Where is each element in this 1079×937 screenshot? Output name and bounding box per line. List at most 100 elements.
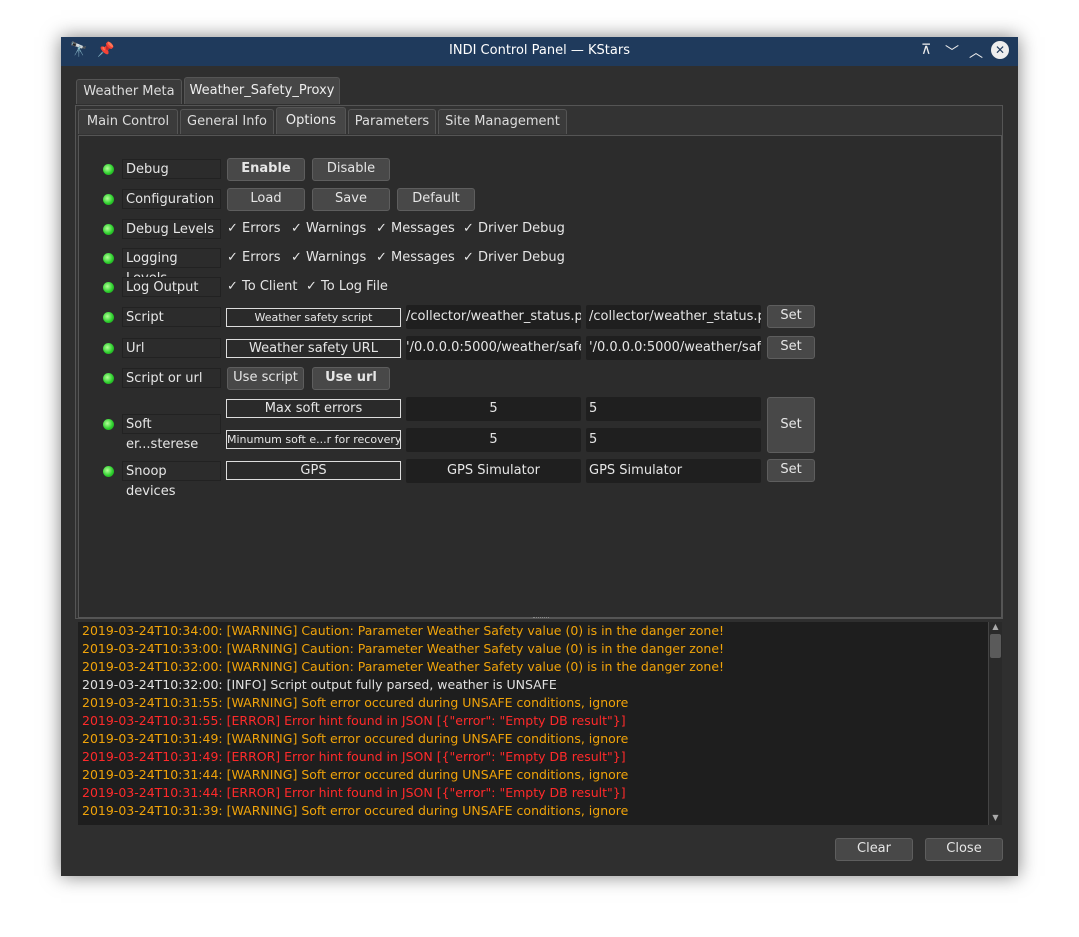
check-icon: ✓ bbox=[463, 221, 474, 236]
tab-options[interactable]: Options bbox=[276, 107, 346, 134]
check-icon: ✓ bbox=[291, 250, 302, 265]
checkbox-label: Errors bbox=[242, 250, 281, 265]
checkbox-label: Driver Debug bbox=[478, 250, 565, 265]
set-button[interactable]: Set bbox=[767, 397, 815, 453]
scroll-thumb[interactable] bbox=[990, 634, 1001, 658]
property-label: Url bbox=[122, 338, 221, 358]
property-label: Script or url bbox=[122, 368, 221, 388]
checkbox-label: Errors bbox=[242, 221, 281, 236]
log-line: 2019-03-24T10:31:44: [WARNING] Soft erro… bbox=[82, 767, 629, 782]
current-value: 5 bbox=[406, 428, 581, 452]
checkbox-driver-debug[interactable]: ✓ Driver Debug bbox=[463, 248, 565, 268]
url-input[interactable]: '/0.0.0.0:5000/weather/safety bbox=[586, 336, 761, 360]
field-label: Weather safety URL bbox=[226, 339, 401, 358]
tab-site-management[interactable]: Site Management bbox=[438, 109, 567, 134]
indi-control-panel-window: 🔭 📌 INDI Control Panel — KStars ⊼ ﹀ ︿ ✕ … bbox=[61, 37, 1018, 876]
splitter-handle[interactable] bbox=[533, 617, 549, 621]
current-value: '/0.0.0.0:5000/weather/safety bbox=[406, 336, 581, 360]
check-icon: ✓ bbox=[291, 221, 302, 236]
status-led bbox=[103, 466, 114, 477]
log-line: 2019-03-24T10:32:00: [INFO] Script outpu… bbox=[82, 677, 557, 692]
checkbox-errors[interactable]: ✓ Errors bbox=[227, 248, 280, 268]
checkbox-errors[interactable]: ✓ Errors bbox=[227, 219, 280, 239]
log-line: 2019-03-24T10:31:55: [ERROR] Error hint … bbox=[82, 713, 626, 728]
property-label: Script bbox=[122, 307, 221, 327]
log-line: 2019-03-24T10:31:49: [WARNING] Soft erro… bbox=[82, 731, 629, 746]
checkbox-label: Warnings bbox=[306, 221, 367, 236]
checkbox-to-log-file[interactable]: ✓ To Log File bbox=[306, 277, 388, 297]
log-line: 2019-03-24T10:33:00: [WARNING] Caution: … bbox=[82, 641, 725, 656]
max-soft-errors-input[interactable]: 5 bbox=[586, 397, 761, 421]
disable-button[interactable]: Disable bbox=[312, 158, 390, 181]
scroll-down-icon[interactable]: ▼ bbox=[989, 813, 1002, 825]
checkbox-messages[interactable]: ✓ Messages bbox=[376, 219, 455, 239]
log-line: 2019-03-24T10:31:49: [ERROR] Error hint … bbox=[82, 749, 626, 764]
log-line: 2019-03-24T10:32:00: [WARNING] Caution: … bbox=[82, 659, 725, 674]
enable-button[interactable]: Enable bbox=[227, 158, 305, 181]
log-scrollbar[interactable]: ▲ ▼ bbox=[988, 622, 1002, 825]
use-url-button[interactable]: Use url bbox=[312, 367, 390, 390]
tab-parameters[interactable]: Parameters bbox=[348, 109, 436, 134]
property-label: Configuration bbox=[122, 189, 221, 209]
check-icon: ✓ bbox=[376, 221, 387, 236]
field-label: Weather safety script bbox=[226, 308, 401, 327]
checkbox-warnings[interactable]: ✓ Warnings bbox=[291, 248, 366, 268]
script-input[interactable]: /collector/weather_status.py bbox=[586, 305, 761, 329]
min-soft-error-recovery-input[interactable]: 5 bbox=[586, 428, 761, 452]
set-button[interactable]: Set bbox=[767, 336, 815, 359]
property-label: Logging Levels bbox=[122, 248, 221, 286]
check-icon: ✓ bbox=[306, 279, 317, 294]
close-icon[interactable]: ✕ bbox=[991, 41, 1009, 59]
field-label: GPS bbox=[226, 461, 401, 480]
tab-general-info[interactable]: General Info bbox=[180, 109, 274, 134]
status-led bbox=[103, 282, 114, 293]
field-label: Max soft errors bbox=[226, 399, 401, 418]
close-button[interactable]: Close bbox=[925, 838, 1003, 861]
status-led bbox=[103, 253, 114, 264]
check-icon: ✓ bbox=[227, 279, 238, 294]
status-led bbox=[103, 343, 114, 354]
checkbox-label: Messages bbox=[391, 250, 455, 265]
checkbox-label: To Client bbox=[242, 279, 298, 294]
checkbox-to-client[interactable]: ✓ To Client bbox=[227, 277, 297, 297]
log-line: 2019-03-24T10:31:55: [WARNING] Soft erro… bbox=[82, 695, 629, 710]
message-log: 2019-03-24T10:34:00: [WARNING] Caution: … bbox=[78, 622, 988, 825]
default-button[interactable]: Default bbox=[397, 188, 475, 211]
window-title: INDI Control Panel — KStars bbox=[449, 43, 630, 58]
property-label: Debug bbox=[122, 159, 221, 179]
keep-above-icon[interactable]: ⊼ bbox=[921, 42, 931, 58]
check-icon: ✓ bbox=[227, 250, 238, 265]
minimize-icon[interactable]: ﹀ bbox=[945, 42, 959, 62]
set-button[interactable]: Set bbox=[767, 459, 815, 482]
property-label: Debug Levels bbox=[122, 219, 221, 239]
clear-button[interactable]: Clear bbox=[835, 838, 913, 861]
set-button[interactable]: Set bbox=[767, 305, 815, 328]
checkbox-messages[interactable]: ✓ Messages bbox=[376, 248, 455, 268]
property-label: Log Output bbox=[122, 277, 221, 297]
checkbox-label: To Log File bbox=[321, 279, 388, 294]
tab-weather-meta[interactable]: Weather Meta bbox=[76, 79, 182, 104]
checkbox-label: Warnings bbox=[306, 250, 367, 265]
check-icon: ✓ bbox=[227, 221, 238, 236]
maximize-icon[interactable]: ︿ bbox=[969, 42, 983, 62]
tab-main-control[interactable]: Main Control bbox=[78, 109, 178, 134]
log-line: 2019-03-24T10:34:00: [WARNING] Caution: … bbox=[82, 623, 725, 638]
property-label: Snoop devices bbox=[122, 461, 221, 499]
current-value: 5 bbox=[406, 397, 581, 421]
check-icon: ✓ bbox=[376, 250, 387, 265]
save-button[interactable]: Save bbox=[312, 188, 390, 211]
use-script-button[interactable]: Use script bbox=[227, 367, 304, 390]
snoop-input[interactable]: GPS Simulator bbox=[586, 459, 761, 483]
title-bar: 🔭 📌 INDI Control Panel — KStars ⊼ ﹀ ︿ ✕ bbox=[61, 37, 1018, 66]
checkbox-driver-debug[interactable]: ✓ Driver Debug bbox=[463, 219, 565, 239]
tab-weather-safety-proxy[interactable]: Weather_Safety_Proxy bbox=[184, 77, 340, 104]
log-line: 2019-03-24T10:31:39: [WARNING] Soft erro… bbox=[82, 803, 629, 818]
checkbox-label: Messages bbox=[391, 221, 455, 236]
status-led bbox=[103, 194, 114, 205]
check-icon: ✓ bbox=[463, 250, 474, 265]
scroll-up-icon[interactable]: ▲ bbox=[989, 622, 1002, 634]
status-led bbox=[103, 373, 114, 384]
load-button[interactable]: Load bbox=[227, 188, 305, 211]
checkbox-warnings[interactable]: ✓ Warnings bbox=[291, 219, 366, 239]
checkbox-label: Driver Debug bbox=[478, 221, 565, 236]
